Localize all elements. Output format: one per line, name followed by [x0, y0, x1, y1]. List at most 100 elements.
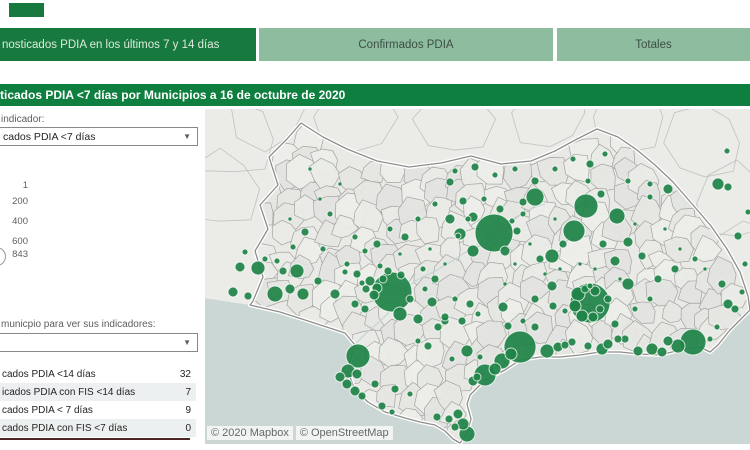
map-bubble[interactable]: [467, 245, 479, 257]
map-bubble[interactable]: [434, 323, 442, 331]
map-bubble[interactable]: [465, 216, 471, 222]
map-bubble[interactable]: [398, 252, 402, 256]
map-bubble[interactable]: [415, 338, 421, 344]
map-bubble[interactable]: [714, 324, 720, 330]
map-bubble[interactable]: [745, 209, 750, 215]
map-bubble[interactable]: [446, 178, 454, 186]
map-bubble[interactable]: [647, 181, 653, 187]
map-bubble[interactable]: [318, 197, 322, 201]
map-bubble[interactable]: [330, 289, 340, 299]
map-bubble[interactable]: [393, 307, 407, 321]
map-bubble[interactable]: [647, 296, 653, 302]
map-bubble[interactable]: [646, 343, 658, 355]
table-row[interactable]: cados PDIA < 7 días 9: [0, 401, 196, 419]
map-bubble[interactable]: [562, 308, 568, 314]
map-bubble[interactable]: [378, 402, 386, 410]
table-row[interactable]: cados PDIA con FIS <7 días 0: [0, 419, 196, 437]
map-bubble[interactable]: [359, 280, 365, 286]
map-bubble[interactable]: [274, 258, 280, 264]
map-bubble[interactable]: [504, 322, 512, 330]
map-bubble[interactable]: [663, 184, 673, 194]
map-bubble[interactable]: [373, 240, 381, 248]
map-bubble[interactable]: [647, 194, 653, 200]
map-bubble[interactable]: [342, 379, 352, 389]
map-bubble[interactable]: [452, 296, 458, 302]
map-bubble[interactable]: [513, 262, 517, 266]
map-bubble[interactable]: [547, 281, 557, 291]
map-bubble[interactable]: [351, 300, 359, 308]
map-bubble[interactable]: [657, 347, 667, 357]
map-bubble[interactable]: [574, 194, 598, 218]
map-bubble[interactable]: [443, 262, 447, 266]
map-bubble[interactable]: [724, 183, 732, 191]
map-visual[interactable]: © 2020 Mapbox © OpenStreetMap: [205, 109, 750, 444]
map-bubble[interactable]: [481, 196, 487, 202]
map-bubble[interactable]: [587, 283, 593, 289]
map-bubble[interactable]: [466, 300, 474, 308]
table-row[interactable]: icados PDIA con FIS <14 días 7: [0, 383, 196, 401]
map-bubble[interactable]: [338, 182, 342, 186]
map-bubble[interactable]: [431, 275, 439, 283]
map-bubble[interactable]: [561, 341, 569, 349]
map-bubble[interactable]: [288, 217, 292, 221]
map-bubble[interactable]: [528, 242, 532, 246]
map-bubble[interactable]: [500, 246, 510, 256]
map-bubble[interactable]: [279, 267, 287, 275]
map-bubble[interactable]: [610, 256, 620, 266]
map-bubble[interactable]: [563, 220, 585, 242]
map-bubble[interactable]: [391, 385, 399, 393]
map-bubble[interactable]: [703, 267, 707, 271]
map-bubble[interactable]: [458, 317, 466, 325]
map-bubble[interactable]: [559, 240, 567, 248]
map-bubble[interactable]: [384, 267, 392, 275]
map-bubble[interactable]: [433, 413, 441, 421]
map-bubble[interactable]: [576, 310, 588, 322]
map-bubble[interactable]: [611, 320, 619, 328]
map-bubble[interactable]: [389, 409, 395, 415]
map-bubble[interactable]: [452, 168, 458, 174]
map-bubble[interactable]: [449, 356, 455, 362]
map-bubble[interactable]: [512, 166, 518, 172]
map-bubble[interactable]: [552, 166, 558, 172]
map-bubble[interactable]: [585, 178, 591, 184]
map-bubble[interactable]: [553, 217, 557, 221]
map-bubble[interactable]: [327, 211, 333, 217]
map-bubble[interactable]: [445, 415, 453, 423]
map-bubble[interactable]: [623, 237, 633, 247]
map-bubble[interactable]: [609, 208, 625, 224]
map-bubble[interactable]: [369, 290, 379, 300]
map-bubble[interactable]: [712, 178, 724, 190]
map-bubble[interactable]: [344, 261, 350, 267]
map-bubble[interactable]: [742, 261, 748, 267]
map-bubble[interactable]: [536, 255, 544, 263]
map-bubble[interactable]: [428, 247, 432, 251]
map-bubble[interactable]: [422, 286, 428, 292]
map-bubble[interactable]: [406, 295, 414, 303]
map-bubble[interactable]: [397, 271, 405, 279]
map-bubble[interactable]: [475, 311, 481, 317]
map-bubble[interactable]: [451, 423, 459, 431]
map-bubble[interactable]: [455, 233, 461, 239]
map-bubble[interactable]: [267, 286, 283, 302]
map-bubble[interactable]: [413, 314, 423, 324]
map-bubble[interactable]: [387, 226, 393, 232]
map-bubble[interactable]: [597, 190, 605, 198]
map-bubble[interactable]: [603, 339, 613, 349]
map-bubble[interactable]: [599, 240, 607, 248]
map-bubble[interactable]: [262, 256, 268, 262]
map-bubble[interactable]: [496, 205, 504, 213]
map-bubble[interactable]: [625, 178, 631, 184]
map-bubble[interactable]: [342, 269, 348, 275]
map-bubble[interactable]: [415, 216, 421, 222]
map-bubble[interactable]: [471, 163, 479, 171]
map-bubble[interactable]: [593, 267, 597, 271]
map-bubble[interactable]: [570, 156, 576, 162]
map-bubble[interactable]: [358, 392, 366, 400]
map-bubble[interactable]: [459, 197, 467, 205]
map-bubble[interactable]: [489, 363, 501, 375]
map-bubble[interactable]: [492, 172, 498, 178]
osm-attribution-link[interactable]: © OpenStreetMap: [296, 426, 393, 440]
map-bubble[interactable]: [297, 288, 309, 300]
map-bubble[interactable]: [558, 267, 562, 271]
map-bubble[interactable]: [520, 318, 526, 324]
